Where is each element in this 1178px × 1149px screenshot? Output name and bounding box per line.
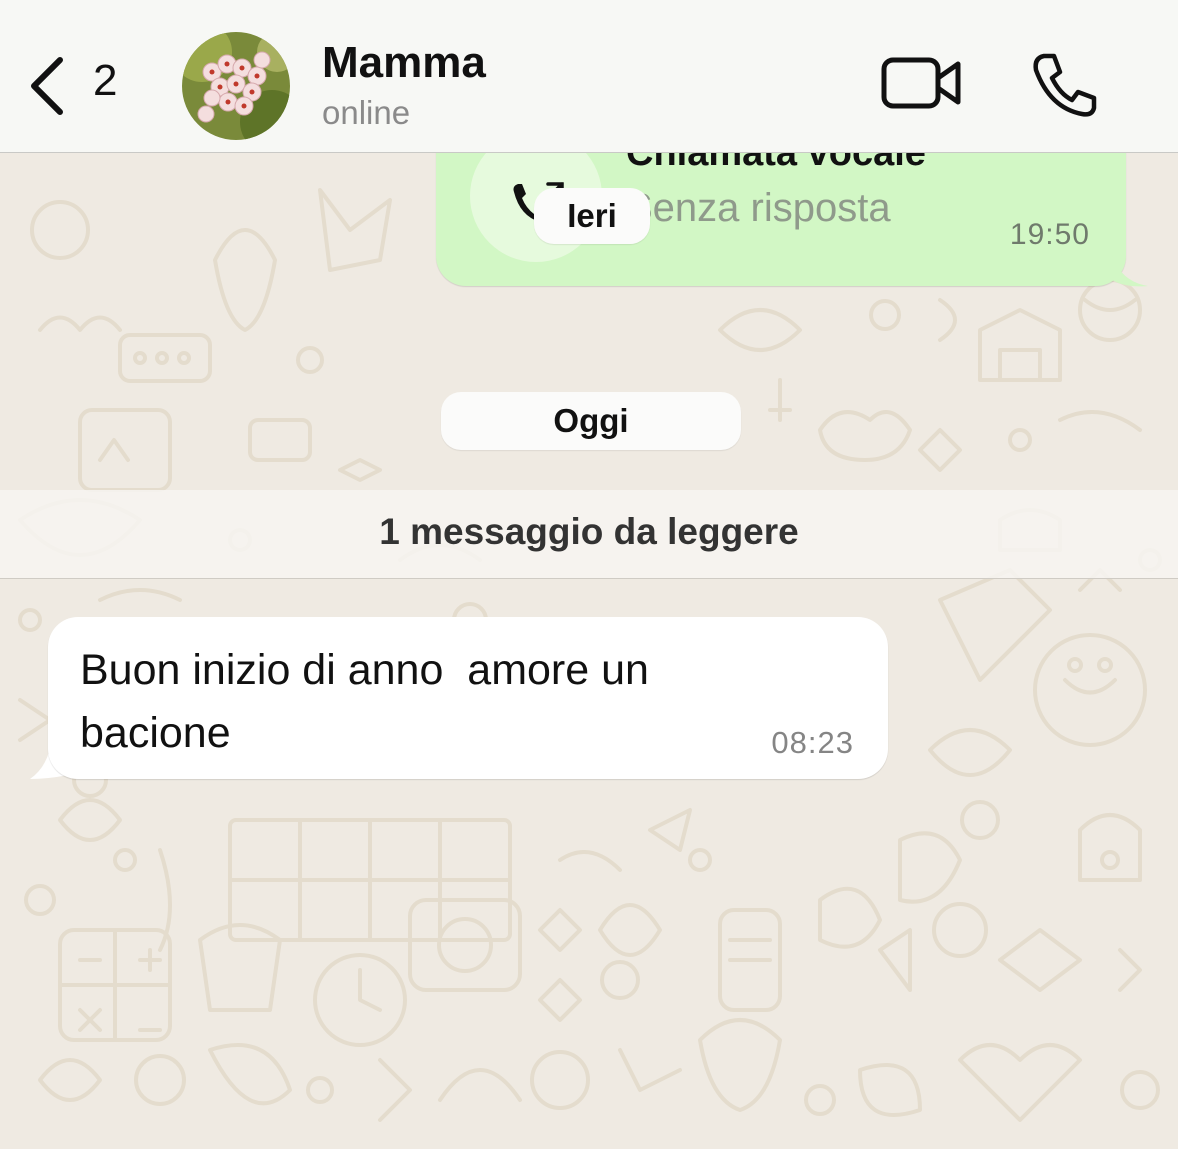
date-chip-oggi: Oggi — [441, 392, 741, 450]
video-camera-icon — [881, 57, 961, 109]
unread-count: 2 — [93, 56, 118, 105]
call-timestamp: 19:50 — [1009, 218, 1090, 251]
incoming-message-bubble[interactable]: Buon inizio di anno amore un bacione 08:… — [48, 617, 888, 779]
phone-icon — [1033, 53, 1097, 117]
message-timestamp: 08:23 — [771, 725, 854, 760]
chat-header: 2 Mamma online — [0, 0, 1178, 153]
back-button[interactable]: 2 — [20, 50, 130, 120]
call-subtitle: Senza risposta — [626, 186, 891, 230]
chevron-left-icon — [31, 57, 63, 115]
contact-status: online — [322, 94, 411, 131]
date-chip-ieri: Ieri — [534, 188, 650, 244]
contact-name[interactable]: Mamma — [322, 38, 486, 88]
video-call-button[interactable] — [880, 52, 964, 116]
message-text: Buon inizio di anno amore un bacione — [80, 646, 661, 757]
outgoing-bubble-tail — [1112, 256, 1148, 287]
unread-messages-banner: 1 messaggio da leggere — [0, 490, 1178, 579]
avatar[interactable] — [182, 32, 290, 140]
voice-call-button[interactable] — [1030, 50, 1100, 120]
